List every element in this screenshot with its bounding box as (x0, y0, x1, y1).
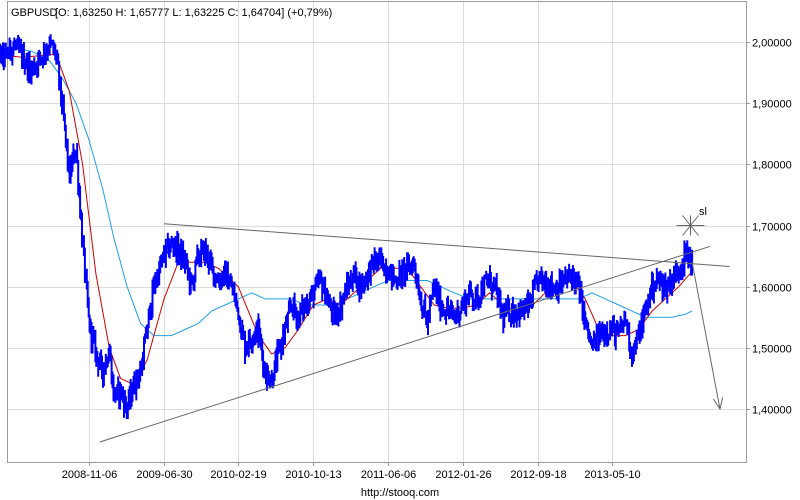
y-tick-label: 2,00000 (752, 38, 792, 50)
x-tick-label: 2009-06-30 (136, 469, 192, 481)
stop-loss-label: sl (699, 206, 707, 218)
x-tick-label: 2010-10-13 (285, 469, 341, 481)
x-tick-label: 2012-01-26 (435, 469, 491, 481)
y-tick-label: 1,40000 (752, 405, 792, 417)
source-link[interactable]: http://stooq.com (361, 487, 439, 499)
x-tick-label: 2011-06-06 (361, 469, 416, 481)
y-tick-label: 1,70000 (752, 222, 792, 234)
chart-header-quote: [O: 1,63250 H: 1,65777 L: 1,63225 C: 1,6… (55, 7, 332, 19)
y-tick-label: 1,60000 (752, 283, 792, 295)
chart-header-symbol: GBPUSD (11, 7, 58, 19)
x-tick-label: 2012-09-18 (510, 469, 566, 481)
chart-background (0, 0, 800, 500)
x-tick-label: 2013-05-10 (584, 469, 640, 481)
y-tick-label: 1,80000 (752, 160, 792, 172)
price-chart: 1,40000 1,50000 1,60000 1,70000 1,80000 1,900… (0, 0, 800, 500)
y-tick-label: 1,90000 (752, 99, 792, 111)
y-tick-label: 1,50000 (752, 344, 792, 356)
x-tick-label: 2010-02-19 (210, 469, 266, 481)
x-tick-label: 2008-11-06 (62, 469, 117, 481)
